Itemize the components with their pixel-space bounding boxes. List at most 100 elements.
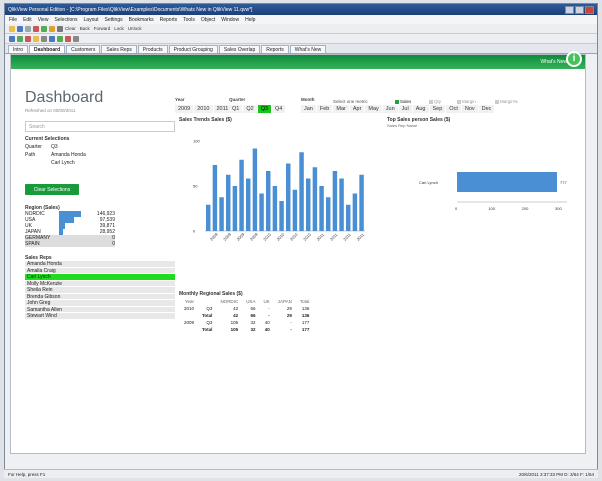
chart-icon[interactable]: [17, 35, 23, 42]
print-icon[interactable]: [25, 25, 31, 32]
table-icon[interactable]: [25, 35, 31, 42]
year-2009[interactable]: 2009: [175, 105, 194, 113]
x-tick-label: 2010: [289, 231, 299, 241]
menu-layout[interactable]: Layout: [84, 17, 99, 23]
month-jan[interactable]: Jan: [301, 105, 316, 113]
tab-intro[interactable]: Intro: [8, 45, 29, 53]
unlock-button[interactable]: Unlock: [128, 26, 142, 31]
year-2010[interactable]: 2010: [194, 105, 213, 113]
menu-window[interactable]: Window: [221, 17, 239, 23]
slider-icon[interactable]: [57, 35, 63, 42]
quarter-q1[interactable]: Q1: [229, 105, 243, 113]
metric-radio-margin[interactable]: Margin: [457, 99, 476, 104]
tab-products[interactable]: Products: [137, 45, 168, 53]
month-jun[interactable]: Jun: [382, 105, 398, 113]
table-row[interactable]: Total 42 66 - 29 136: [181, 313, 312, 318]
pivot-header-cell: NORDIC: [220, 299, 239, 304]
current-selections: Current Selections Quarter Q3 Path Amanda H…: [25, 136, 175, 166]
pivot-header-cell: UK: [263, 299, 270, 304]
whats-new-label[interactable]: What's New: [540, 59, 567, 65]
menu-file[interactable]: File: [9, 17, 17, 23]
pivot-header-cell: [199, 299, 215, 304]
metric-radio-sales[interactable]: Sales: [395, 99, 411, 104]
menu-edit[interactable]: Edit: [23, 17, 32, 23]
save-icon[interactable]: [17, 25, 23, 32]
year-label: Year: [175, 97, 185, 102]
pivot-year: [181, 313, 197, 318]
tab-sales-reps[interactable]: Sales Reps: [101, 45, 137, 53]
table-row[interactable]: 2010 Q3 42 66 - 29 136: [181, 306, 312, 311]
month-mar[interactable]: Mar: [333, 105, 349, 113]
quarter-q4[interactable]: Q4: [272, 105, 286, 113]
table-row[interactable]: 2009 Q3 105 32 40 - 177: [181, 320, 312, 325]
selection-field: Quarter: [25, 144, 42, 150]
trend-bar: [272, 186, 278, 231]
menu-object[interactable]: Object: [201, 17, 215, 23]
refreshed-date: Refreshed on 00/00/2011: [25, 108, 76, 113]
textbox-icon[interactable]: [33, 35, 39, 42]
minimize-button[interactable]: [565, 5, 574, 14]
back-button[interactable]: Back: [80, 26, 90, 31]
region-row[interactable]: SPAIN 0: [25, 241, 115, 247]
pivot-cell: 29: [286, 306, 292, 311]
tab-customers[interactable]: Customers: [66, 45, 101, 53]
month-dec[interactable]: Dec: [478, 105, 495, 113]
close-button[interactable]: [585, 5, 594, 14]
month-sep[interactable]: Sep: [429, 105, 446, 113]
quarter-q2[interactable]: Q2: [243, 105, 257, 113]
x-tick-label: 2010: [276, 231, 286, 241]
tab-dashboard[interactable]: Dashboard: [29, 45, 66, 53]
month-oct[interactable]: Oct: [446, 105, 461, 113]
clear-selections-button[interactable]: Clear Selections: [25, 184, 79, 195]
menu-selections[interactable]: Selections: [54, 17, 77, 23]
menu-tools[interactable]: Tools: [183, 17, 195, 23]
quarter-q3[interactable]: Q3: [257, 105, 272, 113]
gauge-icon[interactable]: [65, 35, 71, 42]
toolbar-design: [5, 34, 597, 44]
info-icon[interactable]: i: [566, 51, 582, 67]
pivot-table[interactable]: Year NORDIC USA UK JAPAN Total 2010 Q3 42 66 - 29 13…: [179, 297, 314, 334]
forward-button[interactable]: Forward: [94, 26, 111, 31]
line-icon[interactable]: [73, 35, 79, 42]
search-input[interactable]: Search: [25, 121, 175, 132]
maximize-button[interactable]: [575, 5, 584, 14]
month-may[interactable]: May: [365, 105, 382, 113]
tab-label: Sales Overlap: [223, 46, 256, 53]
month-jul[interactable]: Jul: [398, 105, 412, 113]
region-name: SPAIN: [25, 241, 40, 247]
tab-reports[interactable]: Reports: [261, 45, 289, 53]
tab-sales-overlap[interactable]: Sales Overlap: [218, 45, 261, 53]
listbox-icon[interactable]: [9, 35, 15, 42]
open-icon[interactable]: [9, 25, 15, 32]
tab-product-grouping[interactable]: Product Grouping: [168, 45, 218, 53]
search-icon[interactable]: [57, 25, 63, 32]
table-row[interactable]: Total 105 32 40 - 177: [181, 327, 312, 332]
month-nov[interactable]: Nov: [461, 105, 478, 113]
pivot-cell: 136: [301, 313, 310, 318]
region-listbox: Region (Sales) NORDIC 146,923 USA 97,539 UK 3…: [25, 205, 115, 247]
metric-radio-qty[interactable]: Qty: [429, 99, 441, 104]
month-label: Month: [301, 97, 315, 102]
lock-button[interactable]: Lock: [114, 26, 124, 31]
menu-help[interactable]: Help: [245, 17, 255, 23]
month-apr[interactable]: Apr: [349, 105, 365, 113]
tab-label: Products: [142, 46, 163, 53]
month-aug[interactable]: Aug: [412, 105, 429, 113]
metric-radio-margin-pct[interactable]: Margin%: [495, 99, 518, 104]
month-feb[interactable]: Feb: [316, 105, 333, 113]
trend-bar: [352, 193, 358, 231]
clear-toolbar-button[interactable]: Clear: [65, 26, 76, 31]
menu-view[interactable]: View: [38, 17, 49, 23]
tab-what-s-new[interactable]: What's New: [289, 45, 327, 53]
x-tick-label: 2009: [249, 231, 259, 241]
menu-settings[interactable]: Settings: [105, 17, 123, 23]
multibox-icon[interactable]: [49, 35, 55, 42]
reload-icon[interactable]: [49, 25, 55, 32]
menu-bookmarks[interactable]: Bookmarks: [129, 17, 154, 23]
window-title: QlikView Personal Edition - [C:\Program …: [8, 6, 253, 13]
undo-icon[interactable]: [33, 25, 39, 32]
menu-reports[interactable]: Reports: [160, 17, 178, 23]
sales-rep-item[interactable]: Stewart Wind: [25, 313, 175, 320]
redo-icon[interactable]: [41, 25, 47, 32]
button-icon[interactable]: [41, 35, 47, 42]
